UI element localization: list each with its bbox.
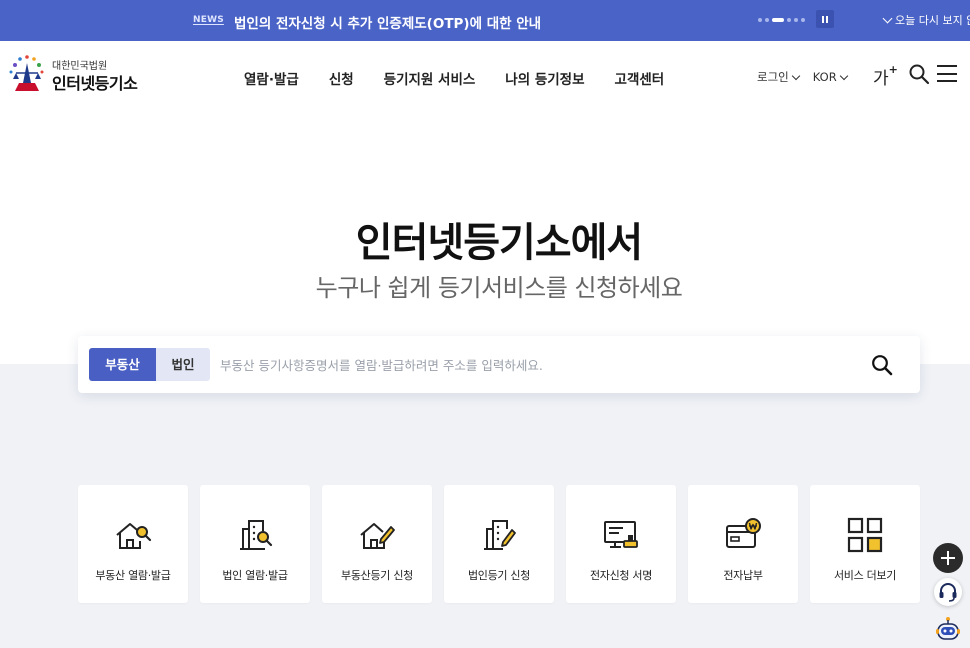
news-pause-button[interactable] bbox=[816, 10, 834, 28]
nav-item-support[interactable]: 등기지원 서비스 bbox=[369, 68, 491, 88]
nav-item-my-info[interactable]: 나의 등기정보 bbox=[490, 68, 599, 88]
chevron-down-icon bbox=[839, 71, 848, 80]
wallet-won-icon bbox=[726, 518, 761, 548]
site-header: 대한민국법원 인터넷등기소 열람·발급 신청 등기지원 서비스 나의 등기정보 … bbox=[0, 41, 970, 113]
font-size-label: 가 bbox=[873, 69, 889, 89]
building-pen-icon bbox=[484, 520, 516, 550]
utility-menu: 로그인 KOR bbox=[757, 69, 848, 85]
quick-menu-plus-button[interactable] bbox=[933, 543, 963, 573]
service-card-real-estate-apply[interactable]: 부동산등기 신청 bbox=[322, 485, 432, 603]
monitor-stamp-icon bbox=[604, 521, 638, 548]
court-emblem-icon bbox=[9, 55, 44, 91]
service-label: 전자납부 bbox=[723, 569, 763, 582]
news-slide-dot[interactable] bbox=[765, 18, 769, 22]
nav-item-view-issue[interactable]: 열람·발급 bbox=[229, 68, 314, 88]
customer-support-button[interactable] bbox=[934, 578, 962, 606]
search-icon[interactable] bbox=[908, 63, 930, 85]
chatbot-button[interactable] bbox=[934, 615, 962, 645]
grid-icon bbox=[847, 517, 883, 553]
login-label: 로그인 bbox=[757, 70, 789, 84]
service-label: 부동산 열람·발급 bbox=[95, 569, 171, 582]
robot-icon bbox=[936, 617, 960, 640]
news-slide-dot[interactable] bbox=[758, 18, 762, 22]
hide-today-label: 오늘 다시 보지 않 bbox=[895, 14, 970, 27]
search-submit-icon[interactable] bbox=[870, 353, 894, 377]
language-label: KOR bbox=[812, 70, 837, 84]
news-slide-dot-active[interactable] bbox=[772, 18, 784, 22]
news-headline-link[interactable]: 법인의 전자신청 시 추가 인증제도(OTP)에 대한 안내 bbox=[234, 12, 541, 32]
service-card-more[interactable]: 서비스 더보기 bbox=[810, 485, 920, 603]
news-slide-indicator bbox=[758, 18, 805, 22]
font-size-plus: + bbox=[888, 63, 898, 77]
language-dropdown[interactable]: KOR bbox=[812, 70, 848, 84]
quick-services: 부동산 열람·발급 법인 열람·발급 부동산등기 신청 법인등기 신청 전자신청… bbox=[78, 485, 920, 603]
chevron-down-icon bbox=[882, 13, 893, 23]
address-search-input[interactable] bbox=[220, 350, 860, 380]
hide-today-button[interactable]: 오늘 다시 보지 않 bbox=[882, 12, 970, 28]
service-card-real-estate-view[interactable]: 부동산 열람·발급 bbox=[78, 485, 188, 603]
font-size-button[interactable]: 가+ bbox=[873, 63, 898, 89]
login-dropdown[interactable]: 로그인 bbox=[757, 69, 800, 85]
tab-corporation[interactable]: 법인 bbox=[156, 348, 210, 381]
chevron-down-icon bbox=[791, 71, 800, 80]
service-card-e-signature[interactable]: 전자신청 서명 bbox=[566, 485, 676, 603]
news-slide-dot[interactable] bbox=[801, 18, 805, 22]
service-label: 법인 열람·발급 bbox=[222, 569, 288, 582]
service-label: 전자신청 서명 bbox=[589, 569, 653, 582]
hero-subtitle: 누구나 쉽게 등기서비스를 신청하세요 bbox=[315, 274, 683, 302]
tab-real-estate[interactable]: 부동산 bbox=[89, 348, 156, 381]
house-search-icon bbox=[116, 523, 152, 549]
hero-title: 인터넷등기소에서 bbox=[355, 220, 643, 266]
main-search-box: 부동산 법인 bbox=[78, 336, 920, 393]
house-pen-icon bbox=[360, 523, 395, 549]
pause-icon bbox=[822, 15, 824, 23]
news-bar: NEWS 법인의 전자신청 시 추가 인증제도(OTP)에 대한 안내 오늘 다… bbox=[0, 0, 970, 41]
site-logo[interactable]: 대한민국법원 인터넷등기소 bbox=[6, 53, 146, 97]
service-label: 서비스 더보기 bbox=[833, 569, 897, 582]
building-search-icon bbox=[240, 520, 273, 550]
news-slide-dot[interactable] bbox=[787, 18, 791, 22]
search-type-tabs: 부동산 법인 bbox=[89, 348, 210, 381]
nav-item-apply[interactable]: 신청 bbox=[314, 68, 369, 88]
nav-item-customer-center[interactable]: 고객센터 bbox=[600, 68, 680, 88]
service-label: 부동산등기 신청 bbox=[341, 569, 413, 582]
service-card-e-payment[interactable]: 전자납부 bbox=[688, 485, 798, 603]
service-label: 법인등기 신청 bbox=[467, 569, 531, 582]
headset-icon bbox=[939, 583, 957, 602]
main-nav: 열람·발급 신청 등기지원 서비스 나의 등기정보 고객센터 bbox=[229, 68, 679, 88]
hamburger-menu-button[interactable] bbox=[937, 65, 957, 82]
service-card-corporation-apply[interactable]: 법인등기 신청 bbox=[444, 485, 554, 603]
logo-title: 인터넷등기소 bbox=[52, 74, 138, 93]
news-slide-dot[interactable] bbox=[794, 18, 798, 22]
service-card-corporation-view[interactable]: 법인 열람·발급 bbox=[200, 485, 310, 603]
news-tag: NEWS bbox=[193, 15, 224, 25]
menu-icon bbox=[937, 65, 957, 67]
